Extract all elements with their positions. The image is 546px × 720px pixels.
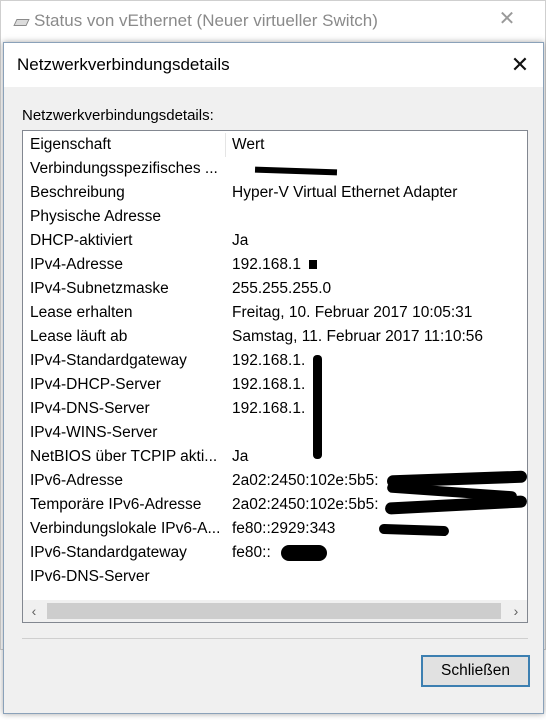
list-item[interactable]: IPv4-Subnetzmaske 255.255.255.0 xyxy=(23,277,527,301)
property-cell: IPv4-DHCP-Server xyxy=(30,376,161,393)
value-cell: 192.168.1. xyxy=(232,376,306,393)
details-list[interactable]: Eigenschaft Wert Verbindungsspezifisches… xyxy=(22,130,528,623)
background-window-titlebar: Status von vEthernet (Neuer virtueller S… xyxy=(15,9,378,33)
list-item[interactable]: IPv6-DNS-Server xyxy=(23,565,527,589)
value-cell: Ja xyxy=(232,448,249,465)
property-cell: Temporäre IPv6-Adresse xyxy=(30,496,202,513)
property-cell: IPv4-Standardgateway xyxy=(30,352,187,369)
value-cell: fe80::2929:343 xyxy=(232,520,336,537)
property-cell: IPv4-Adresse xyxy=(30,256,124,273)
value-cell: 255.255.255.0 xyxy=(232,280,332,297)
property-cell: IPv6-Adresse xyxy=(30,472,124,489)
horizontal-scrollbar[interactable]: ‹ › xyxy=(23,600,527,622)
value-cell: 2a02:2450:102e:5b5: xyxy=(232,496,379,513)
list-item[interactable]: Verbindungslokale IPv6-A... fe80::2929:3… xyxy=(23,517,527,541)
value-cell: Freitag, 10. Februar 2017 10:05:31 xyxy=(232,304,473,321)
divider xyxy=(22,638,528,639)
property-cell: IPv4-Subnetzmaske xyxy=(30,280,169,297)
property-cell: Lease erhalten xyxy=(30,304,133,321)
list-item[interactable]: Lease erhalten Freitag, 10. Februar 2017… xyxy=(23,301,527,325)
close-icon[interactable]: ✕ xyxy=(507,52,533,78)
property-cell: NetBIOS über TCPIP akti... xyxy=(30,448,218,465)
scrollbar-thumb[interactable] xyxy=(47,603,501,619)
list-item[interactable]: Physische Adresse xyxy=(23,205,527,229)
list-item[interactable]: IPv4-DHCP-Server 192.168.1. xyxy=(23,373,527,397)
value-cell: Ja xyxy=(232,232,249,249)
redaction-mark xyxy=(281,545,327,561)
property-cell: Verbindungslokale IPv6-A... xyxy=(30,520,221,537)
background-window-title: Status von vEthernet (Neuer virtueller S… xyxy=(34,11,378,30)
close-icon[interactable]: ✕ xyxy=(495,7,519,31)
property-cell: Lease läuft ab xyxy=(30,328,128,345)
column-header-property[interactable]: Eigenschaft xyxy=(30,133,222,157)
property-cell: Beschreibung xyxy=(30,184,125,201)
value-cell: 2a02:2450:102e:5b5: xyxy=(232,472,379,489)
list-item[interactable]: IPv4-WINS-Server xyxy=(23,421,527,445)
list-item[interactable]: IPv4-Adresse 192.168.1 xyxy=(23,253,527,277)
list-item[interactable]: IPv4-DNS-Server 192.168.1. xyxy=(23,397,527,421)
scroll-right-icon[interactable]: › xyxy=(505,600,527,622)
value-cell: Samstag, 11. Februar 2017 11:10:56 xyxy=(232,328,484,345)
scroll-left-icon[interactable]: ‹ xyxy=(23,600,45,622)
value-cell: 192.168.1. xyxy=(232,400,306,417)
property-cell: Verbindungsspezifisches ... xyxy=(30,160,218,177)
property-cell: Physische Adresse xyxy=(30,208,161,225)
redaction-mark xyxy=(254,166,338,176)
list-item[interactable]: NetBIOS über TCPIP akti... Ja xyxy=(23,445,527,469)
list-item[interactable]: Lease läuft ab Samstag, 11. Februar 2017… xyxy=(23,325,527,349)
dialog-title: Netzwerkverbindungsdetails xyxy=(17,55,230,74)
network-connection-icon xyxy=(15,16,27,26)
network-details-dialog: Netzwerkverbindungsdetails ✕ Netzwerkver… xyxy=(3,42,544,714)
list-item[interactable]: Beschreibung Hyper-V Virtual Ethernet Ad… xyxy=(23,181,527,205)
list-header: Eigenschaft Wert xyxy=(23,133,527,157)
value-cell: 192.168.1. xyxy=(232,352,306,369)
column-divider[interactable] xyxy=(225,133,226,157)
property-cell: IPv4-DNS-Server xyxy=(30,400,150,417)
list-item[interactable]: IPv4-Standardgateway 192.168.1. xyxy=(23,349,527,373)
value-cell: Hyper-V Virtual Ethernet Adapter xyxy=(232,184,458,201)
property-cell: DHCP-aktiviert xyxy=(30,232,133,249)
dialog-titlebar: Netzwerkverbindungsdetails ✕ xyxy=(4,43,543,87)
redaction-mark xyxy=(309,260,317,269)
list-item[interactable]: Verbindungsspezifisches ... xyxy=(23,157,527,181)
section-label: Netzwerkverbindungsdetails: xyxy=(22,107,214,124)
value-cell: fe80:: xyxy=(232,544,271,561)
list-item[interactable]: IPv6-Standardgateway fe80:: xyxy=(23,541,527,565)
property-cell: IPv6-DNS-Server xyxy=(30,568,150,585)
column-header-value[interactable]: Wert xyxy=(232,133,264,157)
value-cell: 192.168.1 xyxy=(232,256,301,273)
close-button[interactable]: Schließen xyxy=(421,655,530,687)
list-item[interactable]: DHCP-aktiviert Ja xyxy=(23,229,527,253)
property-cell: IPv4-WINS-Server xyxy=(30,424,158,441)
property-cell: IPv6-Standardgateway xyxy=(30,544,187,561)
redaction-mark xyxy=(313,355,322,459)
